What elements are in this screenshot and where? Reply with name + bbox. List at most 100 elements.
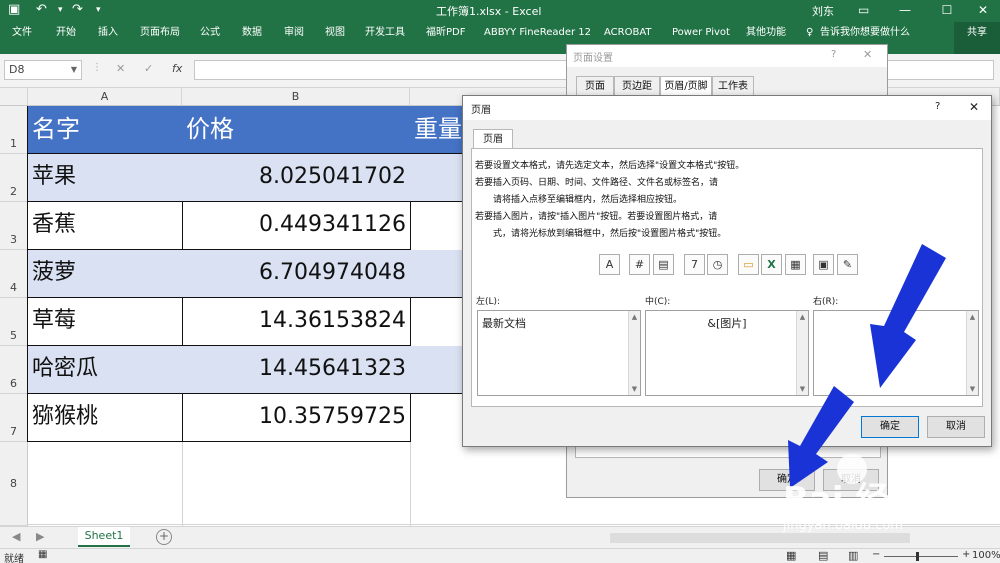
add-sheet-button[interactable]: + — [156, 529, 172, 545]
page-break-view-icon[interactable]: ▥ — [848, 549, 858, 562]
scroll-sheets-right-icon[interactable]: ▶ — [36, 530, 44, 543]
tab-page-layout[interactable]: 页面布局 — [140, 22, 180, 44]
minimize-button[interactable]: — — [888, 0, 922, 22]
zoom-level[interactable]: 100% — [972, 550, 1000, 561]
cancel-entry-icon[interactable]: ✕ — [116, 62, 125, 75]
chevron-down-icon[interactable]: ▼ — [71, 61, 77, 79]
scroll-sheets-left-icon[interactable]: ◀ — [12, 530, 20, 543]
share-button[interactable]: 共享 — [954, 22, 1000, 54]
scroll-up-icon[interactable]: ▲ — [629, 313, 640, 321]
macro-record-icon[interactable]: ▦ — [38, 549, 47, 560]
tell-me-search[interactable]: 告诉我你想要做什么 — [820, 22, 910, 44]
table-cell-name[interactable]: 香蕉 — [28, 202, 183, 250]
tab-file[interactable]: 文件 — [12, 22, 32, 44]
name-box[interactable]: D8 ▼ — [4, 60, 82, 80]
table-cell-weight[interactable] — [410, 346, 470, 394]
insert-page-count-icon[interactable]: ▤ — [653, 254, 674, 275]
help-icon[interactable]: ? — [935, 101, 940, 112]
tab-developer[interactable]: 开发工具 — [365, 22, 405, 44]
tab-abbyy[interactable]: ABBYY FineReader 12 — [484, 22, 591, 44]
table-cell-name[interactable]: 草莓 — [28, 298, 183, 346]
page-layout-view-icon[interactable]: ▤ — [818, 549, 828, 562]
zoom-out-icon[interactable]: − — [872, 549, 880, 560]
table-cell-name[interactable]: 菠萝 — [28, 250, 183, 298]
scroll-up-icon[interactable]: ▲ — [967, 313, 978, 321]
row-header[interactable]: 8 — [0, 442, 28, 526]
sheet-tab-sheet1[interactable]: Sheet1 — [78, 527, 130, 547]
user-name[interactable]: 刘东 — [812, 3, 834, 19]
tab-insert[interactable]: 插入 — [98, 22, 118, 44]
column-header-b[interactable]: B — [182, 88, 410, 106]
right-section-scrollbar[interactable]: ▲ ▼ — [966, 311, 978, 395]
row-header[interactable]: 6 — [0, 346, 28, 394]
insert-file-path-icon[interactable]: ▭ — [738, 254, 759, 275]
header-cancel-button[interactable]: 取消 — [927, 416, 985, 438]
table-cell-name[interactable]: 哈密瓜 — [28, 346, 183, 394]
insert-picture-icon[interactable]: ▣ — [813, 254, 834, 275]
table-cell-price[interactable]: 0.449341126 — [182, 202, 411, 250]
row-header[interactable]: 1 — [0, 106, 28, 154]
column-header-a[interactable]: A — [28, 88, 182, 106]
table-cell-name[interactable]: 猕猴桃 — [28, 394, 183, 442]
insert-sheet-name-icon[interactable]: ▦ — [785, 254, 806, 275]
redo-icon[interactable]: ↷ — [72, 2, 83, 17]
close-icon[interactable]: ✕ — [863, 48, 872, 61]
customize-qat-icon[interactable]: ▾ — [96, 5, 101, 15]
tab-view[interactable]: 视图 — [325, 22, 345, 44]
tab-margins[interactable]: 页边距 — [614, 76, 660, 96]
table-cell-price[interactable]: 8.025041702 — [182, 154, 411, 202]
ribbon-display-icon[interactable]: ▭ — [858, 3, 869, 17]
tab-power-pivot[interactable]: Power Pivot — [672, 22, 730, 44]
tab-home[interactable]: 开始 — [56, 22, 76, 44]
insert-file-name-icon[interactable]: X — [761, 254, 782, 275]
tab-formulas[interactable]: 公式 — [200, 22, 220, 44]
insert-date-icon[interactable]: 7 — [684, 254, 705, 275]
maximize-button[interactable]: ☐ — [930, 0, 964, 22]
insert-time-icon[interactable]: ◷ — [707, 254, 728, 275]
close-icon[interactable]: ✕ — [969, 100, 979, 114]
undo-icon[interactable]: ↶ — [36, 2, 47, 17]
scroll-down-icon[interactable]: ▼ — [629, 385, 640, 393]
insert-page-number-icon[interactable]: # — [629, 254, 650, 275]
table-cell-weight[interactable] — [410, 250, 470, 298]
table-cell-price[interactable]: 6.704974048 — [182, 250, 411, 298]
help-icon[interactable]: ? — [831, 49, 836, 60]
scroll-up-icon[interactable]: ▲ — [797, 313, 808, 321]
close-window-button[interactable]: ✕ — [966, 0, 1000, 22]
row-header[interactable]: 3 — [0, 202, 28, 250]
table-header-price[interactable]: 价格 — [182, 106, 411, 154]
left-section-scrollbar[interactable]: ▲ ▼ — [628, 311, 640, 395]
left-section-input[interactable]: 最新文档 ▲ ▼ — [477, 310, 641, 396]
save-icon[interactable]: ▣ — [8, 2, 20, 17]
insert-function-icon[interactable]: fx — [172, 62, 182, 75]
zoom-slider[interactable] — [884, 556, 958, 557]
format-picture-icon[interactable]: ✎ — [837, 254, 858, 275]
normal-view-icon[interactable]: ▦ — [786, 549, 796, 562]
tab-page[interactable]: 页面 — [576, 76, 614, 96]
row-header[interactable]: 2 — [0, 154, 28, 202]
zoom-in-icon[interactable]: + — [962, 549, 970, 560]
row-header[interactable]: 4 — [0, 250, 28, 298]
table-cell-price[interactable]: 10.35759725 — [182, 394, 411, 442]
tab-sheet[interactable]: 工作表 — [712, 76, 754, 96]
table-cell-price[interactable]: 14.36153824 — [182, 298, 411, 346]
tab-foxit-pdf[interactable]: 福昕PDF — [426, 22, 465, 44]
table-header-name[interactable]: 名字 — [28, 106, 183, 154]
row-header[interactable]: 7 — [0, 394, 28, 442]
table-cell-name[interactable]: 苹果 — [28, 154, 183, 202]
format-text-icon[interactable]: A — [599, 254, 620, 275]
scroll-down-icon[interactable]: ▼ — [967, 385, 978, 393]
tab-review[interactable]: 审阅 — [284, 22, 304, 44]
select-all-corner[interactable] — [0, 88, 28, 106]
tab-header[interactable]: 页眉 — [473, 129, 513, 149]
zoom-slider-thumb[interactable] — [916, 552, 919, 561]
undo-dropdown-icon[interactable]: ▾ — [58, 5, 63, 15]
drag-dots-icon[interactable]: ⋮ — [92, 62, 102, 73]
table-cell-weight[interactable] — [410, 154, 470, 202]
tab-acrobat[interactable]: ACROBAT — [604, 22, 652, 44]
table-cell-price[interactable]: 14.45641323 — [182, 346, 411, 394]
tab-other-functions[interactable]: 其他功能 — [746, 22, 786, 44]
table-header-weight[interactable]: 重量 — [410, 106, 470, 154]
row-header[interactable]: 5 — [0, 298, 28, 346]
tab-data[interactable]: 数据 — [242, 22, 262, 44]
